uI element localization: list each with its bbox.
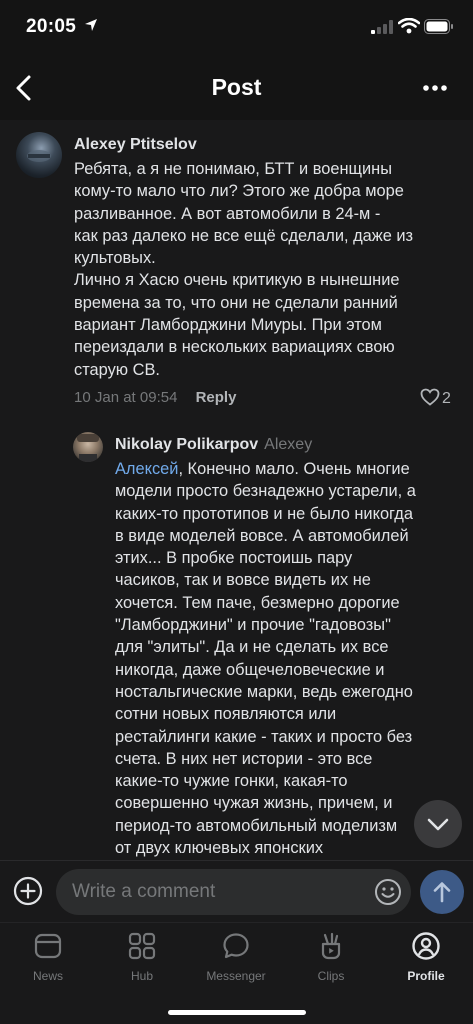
location-arrow-icon	[85, 19, 97, 31]
tab-profile[interactable]: Profile	[386, 931, 466, 983]
top-nav-bar: Post	[0, 56, 473, 120]
add-attachment-icon[interactable]	[12, 875, 44, 907]
send-button[interactable]	[420, 870, 464, 914]
comment: Alexey Ptitselov Ребята, а я не понимаю,…	[0, 120, 473, 420]
cellular-signal-icon	[371, 20, 393, 34]
more-options-icon[interactable]	[420, 78, 450, 98]
emoji-icon[interactable]	[374, 878, 402, 906]
status-time: 20:05	[26, 16, 77, 37]
comment-line: вариант Ламборджини Миуры. При этом	[74, 316, 382, 335]
bottom-tab-bar: News Hub Messenger Clips Profile	[0, 922, 473, 1024]
home-indicator[interactable]	[168, 1010, 306, 1015]
chevron-down-icon	[427, 818, 449, 831]
comment-author[interactable]: Nikolay Polikarpov Alexey	[115, 436, 312, 454]
comment-line: счета. В них нет истории - это все	[115, 749, 373, 768]
comment-line: Лично я Хасю очень критикую в нынешние	[74, 271, 400, 290]
tab-news[interactable]: News	[8, 931, 88, 983]
comment-line: никогда, даже общечеловеческие и	[115, 660, 385, 679]
comment-line: времена за то, что они не сделали ранний	[74, 293, 398, 312]
tab-label: Messenger	[206, 969, 266, 983]
comment-line: переиздали в нескольких вариациях свою	[74, 338, 395, 357]
comment-input[interactable]: Write a comment	[56, 869, 411, 915]
avatar-image	[77, 434, 99, 462]
comment-line: "Ламборджини" и прочие "гадовозы"	[115, 616, 391, 635]
comment-line: каких-то прототипов и не было никогда	[115, 504, 413, 523]
tab-label: Hub	[130, 969, 153, 983]
comment-line: рестайлинги какие - таких и просто без	[115, 727, 413, 746]
comment-line: период-то автомобильный моделизм	[115, 816, 398, 835]
comment-text: Алексей, Конечно мало. Очень многие моде…	[115, 458, 465, 859]
comment-line: от двух ключевых японских	[115, 839, 324, 858]
clips-icon	[321, 932, 341, 960]
comment-composer: Write a comment	[0, 860, 473, 922]
avatar[interactable]	[73, 432, 103, 462]
tab-label: News	[32, 969, 63, 983]
reply-button[interactable]: Reply	[196, 389, 237, 406]
wifi-icon	[398, 18, 420, 34]
scroll-down-button[interactable]	[414, 800, 462, 848]
comment-line: Ребята, а я не понимаю, БТТ и военщины	[74, 160, 392, 178]
comment-line: сотни новых появляются или	[115, 705, 337, 724]
comment-line: для "элиты". Да и не сделать их все	[115, 638, 389, 657]
comment-line: какие-то чужие гонки, какая-то	[115, 772, 348, 791]
tab-label: Clips	[317, 969, 345, 983]
comment-meta: 10 Jan at 09:54 Reply	[74, 389, 236, 406]
author-name: Nikolay Polikarpov	[115, 436, 259, 453]
comment-line: культовых.	[74, 249, 156, 268]
tab-hub[interactable]: Hub	[102, 931, 182, 983]
profile-icon	[412, 932, 440, 960]
comment-line: Алексей, Конечно мало. Очень многие	[115, 460, 410, 478]
comment-line: старую СВ.	[74, 360, 160, 379]
comment-text: Ребята, а я не понимаю, БТТ и военщины к…	[74, 158, 464, 381]
like-button[interactable]: 2	[420, 388, 451, 408]
comment-line: в виде моделей вовсе. А автомобилей	[115, 526, 409, 545]
avatar[interactable]	[16, 132, 62, 178]
page-title: Post	[211, 74, 262, 100]
comment-line: модели просто безнадежно устарели, а	[115, 482, 416, 501]
comment-input-placeholder: Write a comment	[72, 881, 216, 902]
like-count: 2	[442, 390, 451, 407]
comment-line: ностальгические марки, ведь ежегодно	[115, 682, 413, 701]
mention-link[interactable]: Алексей	[115, 460, 178, 478]
tab-clips[interactable]: Clips	[291, 931, 371, 983]
avatar-image	[27, 150, 51, 162]
comment-author[interactable]: Alexey Ptitselov	[74, 136, 197, 154]
comment-line: разливанное. А вот автомобили в 24-м -	[74, 204, 381, 223]
arrow-up-icon	[433, 882, 451, 903]
comment-line: кому-то мало что ли? Этого же добра море	[74, 182, 404, 201]
news-icon	[34, 933, 62, 959]
reply-to-name: Alexey	[264, 436, 313, 453]
reply-comment: Nikolay Polikarpov Alexey Алексей, Конечн…	[0, 420, 473, 860]
tab-label: Profile	[407, 969, 445, 983]
battery-icon	[424, 19, 453, 34]
hub-icon	[128, 932, 156, 960]
comment-line: как раз далеко не все ещё сделали, даже …	[74, 226, 414, 245]
comment-line: хочется. Тем паче, безмерно дорогие	[115, 593, 400, 612]
comment-line: этих... В пробке постоишь пару	[115, 549, 353, 568]
status-bar: 20:05	[0, 0, 473, 56]
heart-icon	[420, 388, 440, 406]
comment-line: совершенно чужая жизнь, причем, и	[115, 794, 393, 813]
comment-date: 10 Jan at 09:54	[74, 389, 178, 406]
messenger-icon	[223, 933, 249, 959]
post-screen: 20:05 Post Alexey Ptitselov Ребята, а я …	[0, 0, 473, 1024]
tab-messenger[interactable]: Messenger	[196, 931, 276, 983]
comment-line: часиков, так и вовсе видеть их не	[115, 571, 371, 590]
